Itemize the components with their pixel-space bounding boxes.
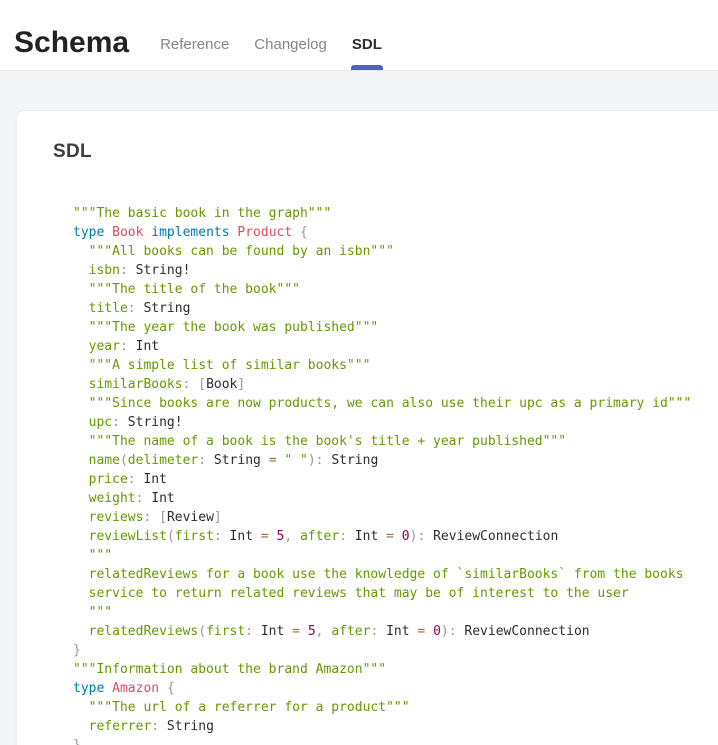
code-line: year: Int (73, 337, 693, 356)
code-line: similarBooks: [Book] (73, 375, 693, 394)
code-line: reviewList(first: Int = 5, after: Int = … (73, 527, 693, 546)
code-line: type Amazon { (73, 679, 693, 698)
code-line: relatedReviews for a book use the knowle… (73, 565, 693, 584)
content-area: SDL """The basic book in the graph"""typ… (0, 71, 718, 745)
code-line: referrer: String (73, 717, 693, 736)
code-line: reviews: [Review] (73, 508, 693, 527)
code-line: """The url of a referrer for a product""… (73, 698, 693, 717)
code-line: """All books can be found by an isbn""" (73, 242, 693, 261)
code-line: } (73, 736, 693, 745)
code-line: """The basic book in the graph""" (73, 204, 693, 223)
page-title: Schema (14, 27, 129, 59)
code-line: isbn: String! (73, 261, 693, 280)
code-line: """Information about the brand Amazon""" (73, 660, 693, 679)
sdl-code-block: """The basic book in the graph"""type Bo… (73, 204, 693, 745)
code-line: """A simple list of similar books""" (73, 356, 693, 375)
active-tab-indicator (351, 65, 383, 70)
code-line: """The year the book was published""" (73, 318, 693, 337)
code-line: } (73, 641, 693, 660)
code-line: name(delimeter: String = " "): String (73, 451, 693, 470)
sdl-heading: SDL (53, 141, 693, 163)
code-line: relatedReviews(first: Int = 5, after: In… (73, 622, 693, 641)
tab-bar: Reference Changelog SDL (159, 0, 406, 70)
code-line: """ (73, 546, 693, 565)
code-line: type Book implements Product { (73, 223, 693, 242)
tab-sdl[interactable]: SDL (351, 36, 383, 70)
code-line: """ (73, 603, 693, 622)
tab-reference[interactable]: Reference (159, 36, 230, 70)
code-line: upc: String! (73, 413, 693, 432)
code-line: """The name of a book is the book's titl… (73, 432, 693, 451)
code-line: weight: Int (73, 489, 693, 508)
code-line: price: Int (73, 470, 693, 489)
sdl-card: SDL """The basic book in the graph"""typ… (16, 110, 718, 745)
tab-changelog[interactable]: Changelog (253, 36, 328, 70)
code-line: """The title of the book""" (73, 280, 693, 299)
code-line: title: String (73, 299, 693, 318)
code-line: """Since books are now products, we can … (73, 394, 693, 413)
page-header: Schema Reference Changelog SDL (0, 0, 718, 71)
code-line: service to return related reviews that m… (73, 584, 693, 603)
